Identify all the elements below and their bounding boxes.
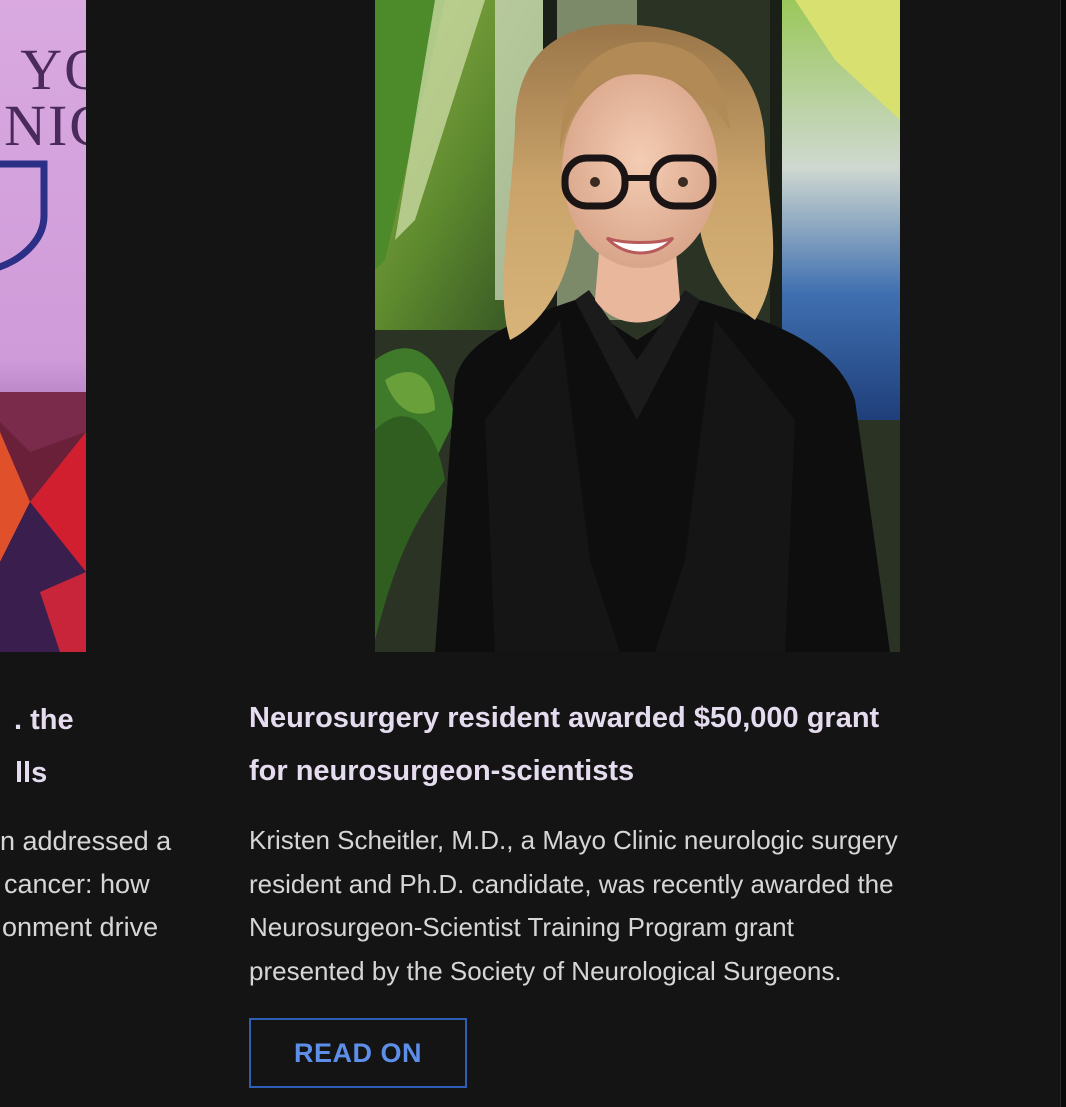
article-summary-line: Neurosurgeon-Scientist Training Program … — [249, 912, 794, 942]
article-title[interactable]: Neurosurgery resident awarded $50,000 gr… — [249, 692, 1039, 798]
logo-text-line-1: YO — [20, 37, 86, 102]
left-article-title-line: lls — [15, 757, 48, 789]
read-on-button[interactable]: READ ON — [249, 1018, 467, 1088]
article-title-line: Neurosurgery resident awarded $50,000 gr… — [249, 702, 880, 734]
left-article-title[interactable]: . the lls — [0, 694, 200, 800]
shield-icon — [0, 160, 48, 271]
left-article-summary-line: n addressed a — [0, 826, 172, 856]
portrait-photo-illustration — [375, 0, 900, 652]
article-photo[interactable] — [375, 0, 900, 652]
left-article-title-line: . the — [14, 704, 74, 736]
left-article-summary-line: onment drive — [2, 912, 159, 942]
left-article-summary: n addressed a cancer: how onment drive — [0, 820, 200, 949]
logo-text-line-2: NIC — [4, 93, 86, 158]
article-summary: Kristen Scheitler, M.D., a Mayo Clinic n… — [249, 819, 1039, 993]
mosaic-artwork — [0, 392, 86, 652]
article-title-line: for neurosurgeon-scientists — [249, 755, 635, 787]
article-summary-line: Kristen Scheitler, M.D., a Mayo Clinic n… — [249, 825, 898, 855]
left-article-thumbnail[interactable]: YO NIC — [0, 0, 86, 652]
article-summary-line: resident and Ph.D. candidate, was recent… — [249, 868, 894, 899]
left-article-summary-line: cancer: how — [4, 869, 150, 899]
news-feed-page: YO NIC . the lls n addressed a cancer: h… — [0, 0, 1060, 1107]
window-edge — [1060, 0, 1066, 1107]
article-summary-line: presented by the Society of Neurological… — [249, 955, 842, 986]
